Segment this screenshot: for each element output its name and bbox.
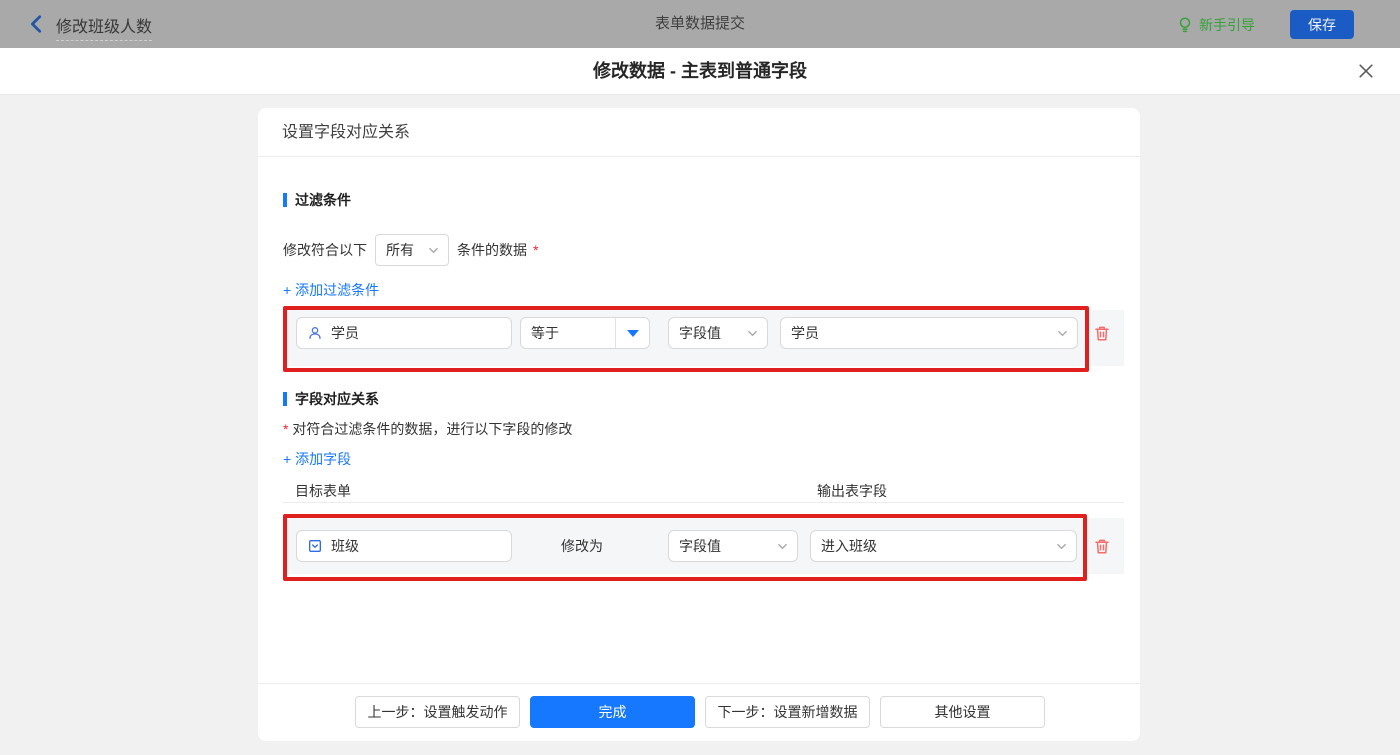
done-button[interactable]: 完成	[530, 696, 695, 728]
column-header-divider	[283, 502, 1124, 503]
delete-filter-row-icon[interactable]	[1093, 324, 1111, 342]
mapping-value-select[interactable]: 进入班级	[810, 530, 1077, 562]
close-icon[interactable]	[1356, 61, 1376, 81]
column-header-output: 输出表字段	[817, 483, 887, 499]
column-header-target: 目标表单	[295, 483, 351, 499]
filter-field-value: 学员	[331, 325, 359, 341]
beginner-guide-link[interactable]: 新手引导	[1176, 15, 1255, 35]
mapping-target-field-value: 班级	[331, 538, 359, 554]
filter-value-type-value: 字段值	[679, 325, 721, 341]
prev-step-button[interactable]: 上一步：设置触发动作	[355, 696, 520, 728]
beginner-guide-label: 新手引导	[1199, 17, 1255, 33]
filter-operator-value: 等于	[531, 325, 559, 341]
next-step-button[interactable]: 下一步：设置新增数据	[705, 696, 870, 728]
chevron-down-icon	[1056, 541, 1067, 552]
section-bar	[283, 193, 287, 207]
filter-operator-select[interactable]: 等于	[520, 317, 650, 349]
top-bar: 修改班级人数 表单数据提交 新手引导 保存	[0, 0, 1400, 48]
modal-title: 修改数据 - 主表到普通字段	[593, 61, 807, 81]
add-filter-link[interactable]: + 添加过滤条件	[283, 280, 379, 300]
section-bar	[283, 392, 287, 406]
triangle-down-icon	[626, 329, 639, 337]
modal-header: 修改数据 - 主表到普通字段	[0, 48, 1400, 95]
mapping-value-value: 进入班级	[821, 538, 877, 554]
required-mark: *	[283, 421, 289, 437]
filter-section-label: 过滤条件	[295, 192, 351, 208]
filter-value-type-select[interactable]: 字段值	[668, 317, 768, 349]
match-mode-value: 所有	[386, 242, 414, 258]
mapping-section-label: 字段对应关系	[295, 391, 379, 407]
modify-to-label: 修改为	[561, 538, 603, 554]
mapping-section-title: 字段对应关系	[283, 389, 379, 409]
chevron-down-icon	[1057, 328, 1068, 339]
mapping-target-field-input[interactable]: 班级	[296, 530, 512, 562]
delete-mapping-row-icon[interactable]	[1093, 537, 1111, 555]
required-mark: *	[533, 242, 539, 258]
filter-value-select[interactable]: 学员	[780, 317, 1078, 349]
filter-field-input[interactable]: 学员	[296, 317, 512, 349]
save-button[interactable]: 保存	[1290, 10, 1354, 39]
user-field-icon	[307, 325, 323, 341]
chevron-down-icon	[747, 328, 758, 339]
mapping-value-type-value: 字段值	[679, 538, 721, 554]
operator-dropdown-segment[interactable]	[615, 318, 649, 348]
filter-section-title: 过滤条件	[283, 190, 351, 210]
lightbulb-icon	[1176, 16, 1194, 34]
filter-value-value: 学员	[791, 325, 819, 341]
mapping-value-type-select[interactable]: 字段值	[668, 530, 798, 562]
match-suffix: 条件的数据	[457, 242, 527, 258]
other-settings-button[interactable]: 其他设置	[880, 696, 1045, 728]
field-mapping-panel: 设置字段对应关系 过滤条件 修改符合以下 所有 条件的数据 * + 添加过滤条件…	[258, 108, 1140, 741]
chevron-down-icon	[777, 541, 788, 552]
match-mode-select[interactable]: 所有	[375, 234, 449, 266]
select-field-icon	[307, 538, 323, 554]
panel-header: 设置字段对应关系	[258, 108, 1140, 157]
add-field-link[interactable]: + 添加字段	[283, 449, 351, 469]
chevron-down-icon	[428, 245, 439, 256]
mapping-note-text: 对符合过滤条件的数据，进行以下字段的修改	[292, 421, 573, 437]
match-prefix: 修改符合以下	[283, 242, 367, 258]
mapping-note: * 对符合过滤条件的数据，进行以下字段的修改	[283, 419, 572, 439]
filter-match-line: 修改符合以下 所有 条件的数据 *	[283, 234, 538, 266]
